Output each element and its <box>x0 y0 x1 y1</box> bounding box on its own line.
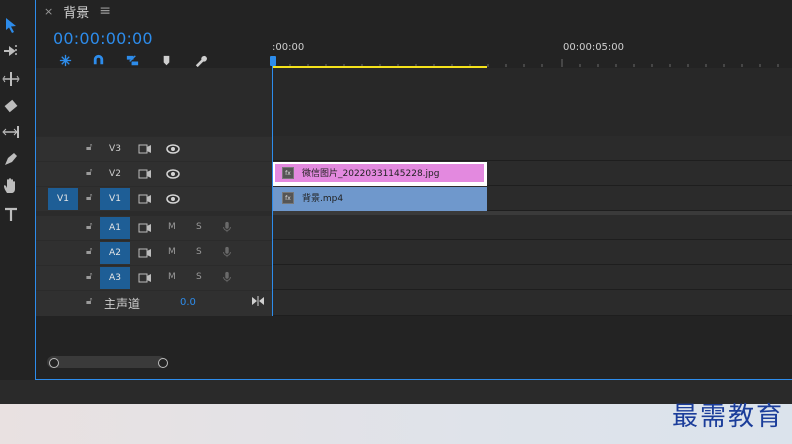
track-select-forward-icon[interactable] <box>0 40 22 62</box>
selection-tool-icon[interactable] <box>0 14 22 36</box>
microphone-icon[interactable] <box>220 246 234 258</box>
track-label-a2[interactable]: A2 <box>100 242 130 264</box>
tools-panel <box>0 0 22 380</box>
scroll-left-handle[interactable] <box>49 358 59 368</box>
eye-icon[interactable] <box>166 193 180 205</box>
linked-selection-icon[interactable] <box>123 52 141 68</box>
scroll-area <box>36 316 792 379</box>
lock-icon[interactable]: 🔓︎ <box>86 192 96 204</box>
track-header-master: 🔓︎ 主声道 0.0 <box>36 291 272 316</box>
master-label: 主声道 <box>104 297 141 311</box>
zoom-scrollbar[interactable] <box>47 356 165 368</box>
mute-button[interactable]: M <box>168 222 176 232</box>
solo-button[interactable]: S <box>196 272 202 282</box>
panel-menu-icon[interactable]: ≡ <box>99 3 111 19</box>
playhead-handle[interactable] <box>270 56 276 66</box>
timeline-spacer <box>272 68 792 136</box>
track-header-a3: 🔓︎ A3 M S <box>36 266 272 290</box>
solo-button[interactable]: S <box>196 222 202 232</box>
mute-button[interactable]: M <box>168 272 176 282</box>
timeline-settings-icon[interactable] <box>191 52 209 68</box>
fx-badge: fx <box>282 192 294 204</box>
ruler-5s-label: 00:00:05:00 <box>563 42 625 53</box>
lock-icon[interactable]: 🔓︎ <box>86 296 96 308</box>
ruler-start-label: :00:00 <box>272 42 305 53</box>
watermark-logo: 最需教育 <box>671 402 784 432</box>
track-lane-a3[interactable] <box>272 266 792 290</box>
clip-video-name: 背景.mp4 <box>302 194 344 204</box>
eye-icon[interactable] <box>166 168 180 180</box>
microphone-icon[interactable] <box>220 221 234 233</box>
track-label-a3[interactable]: A3 <box>100 267 130 289</box>
close-tab-icon[interactable]: × <box>44 5 53 18</box>
lock-icon[interactable]: 🔓︎ <box>86 221 96 233</box>
fx-badge: fx <box>282 167 294 179</box>
ripple-edit-icon[interactable] <box>0 68 22 90</box>
av-divider[interactable] <box>272 211 792 215</box>
track-label-v1[interactable]: V1 <box>100 188 130 210</box>
clip-image[interactable]: fx 微信图片_20220331145228.jpg <box>272 162 487 186</box>
sync-lock-icon[interactable] <box>138 222 152 234</box>
track-lane-a1[interactable] <box>272 216 792 240</box>
track-label-v3[interactable]: V3 <box>100 138 130 160</box>
mute-button[interactable]: M <box>168 247 176 257</box>
lock-icon[interactable]: 🔓︎ <box>86 271 96 283</box>
track-lane-a2[interactable] <box>272 241 792 265</box>
type-tool-icon[interactable] <box>0 204 22 226</box>
razor-icon[interactable] <box>0 95 22 117</box>
track-label-a1[interactable]: A1 <box>100 217 130 239</box>
track-header-v3: 🔓︎ V3 <box>36 137 272 161</box>
pen-icon[interactable] <box>0 148 22 170</box>
master-volume-value[interactable]: 0.0 <box>180 297 196 308</box>
track-header-a2: 🔓︎ A2 M S <box>36 241 272 265</box>
add-marker-icon[interactable] <box>157 52 175 68</box>
slip-icon[interactable] <box>0 121 22 143</box>
tab-title[interactable]: 背景 <box>63 2 89 21</box>
eye-icon[interactable] <box>166 143 180 155</box>
snap-icon[interactable] <box>89 52 107 68</box>
playhead-timecode[interactable]: 00:00:00:00 <box>53 29 153 48</box>
insert-nest-icon[interactable] <box>56 52 74 68</box>
header-spacer <box>36 68 272 136</box>
hand-icon[interactable] <box>0 175 22 197</box>
track-lane-master[interactable] <box>272 291 792 316</box>
track-header-a1: 🔓︎ A1 M S <box>36 216 272 240</box>
clip-video[interactable]: fx 背景.mp4 <box>272 187 487 211</box>
sync-lock-icon[interactable] <box>138 193 152 205</box>
source-patch-v1[interactable]: V1 <box>48 188 78 210</box>
timeline-tab[interactable]: × 背景 ≡ <box>44 0 111 22</box>
lock-icon[interactable]: 🔓︎ <box>86 167 96 179</box>
microphone-icon[interactable] <box>220 271 234 283</box>
scroll-right-handle[interactable] <box>158 358 168 368</box>
sync-lock-icon[interactable] <box>138 143 152 155</box>
sync-lock-icon[interactable] <box>138 168 152 180</box>
lock-icon[interactable]: 🔓︎ <box>86 142 96 154</box>
sync-lock-icon[interactable] <box>138 272 152 284</box>
playhead-line[interactable] <box>272 60 273 356</box>
lock-icon[interactable]: 🔓︎ <box>86 246 96 258</box>
solo-button[interactable]: S <box>196 247 202 257</box>
clip-image-name: 微信图片_20220331145228.jpg <box>302 169 440 179</box>
track-label-v2[interactable]: V2 <box>100 163 130 185</box>
go-to-edge-icon[interactable] <box>251 295 265 307</box>
track-header-v1: V1 🔓︎ V1 <box>36 187 272 211</box>
sync-lock-icon[interactable] <box>138 247 152 259</box>
track-lane-v3[interactable] <box>272 137 792 161</box>
time-ruler[interactable]: :00:00 00:00:05:00 <box>272 22 792 68</box>
track-header-v2: 🔓︎ V2 <box>36 162 272 186</box>
